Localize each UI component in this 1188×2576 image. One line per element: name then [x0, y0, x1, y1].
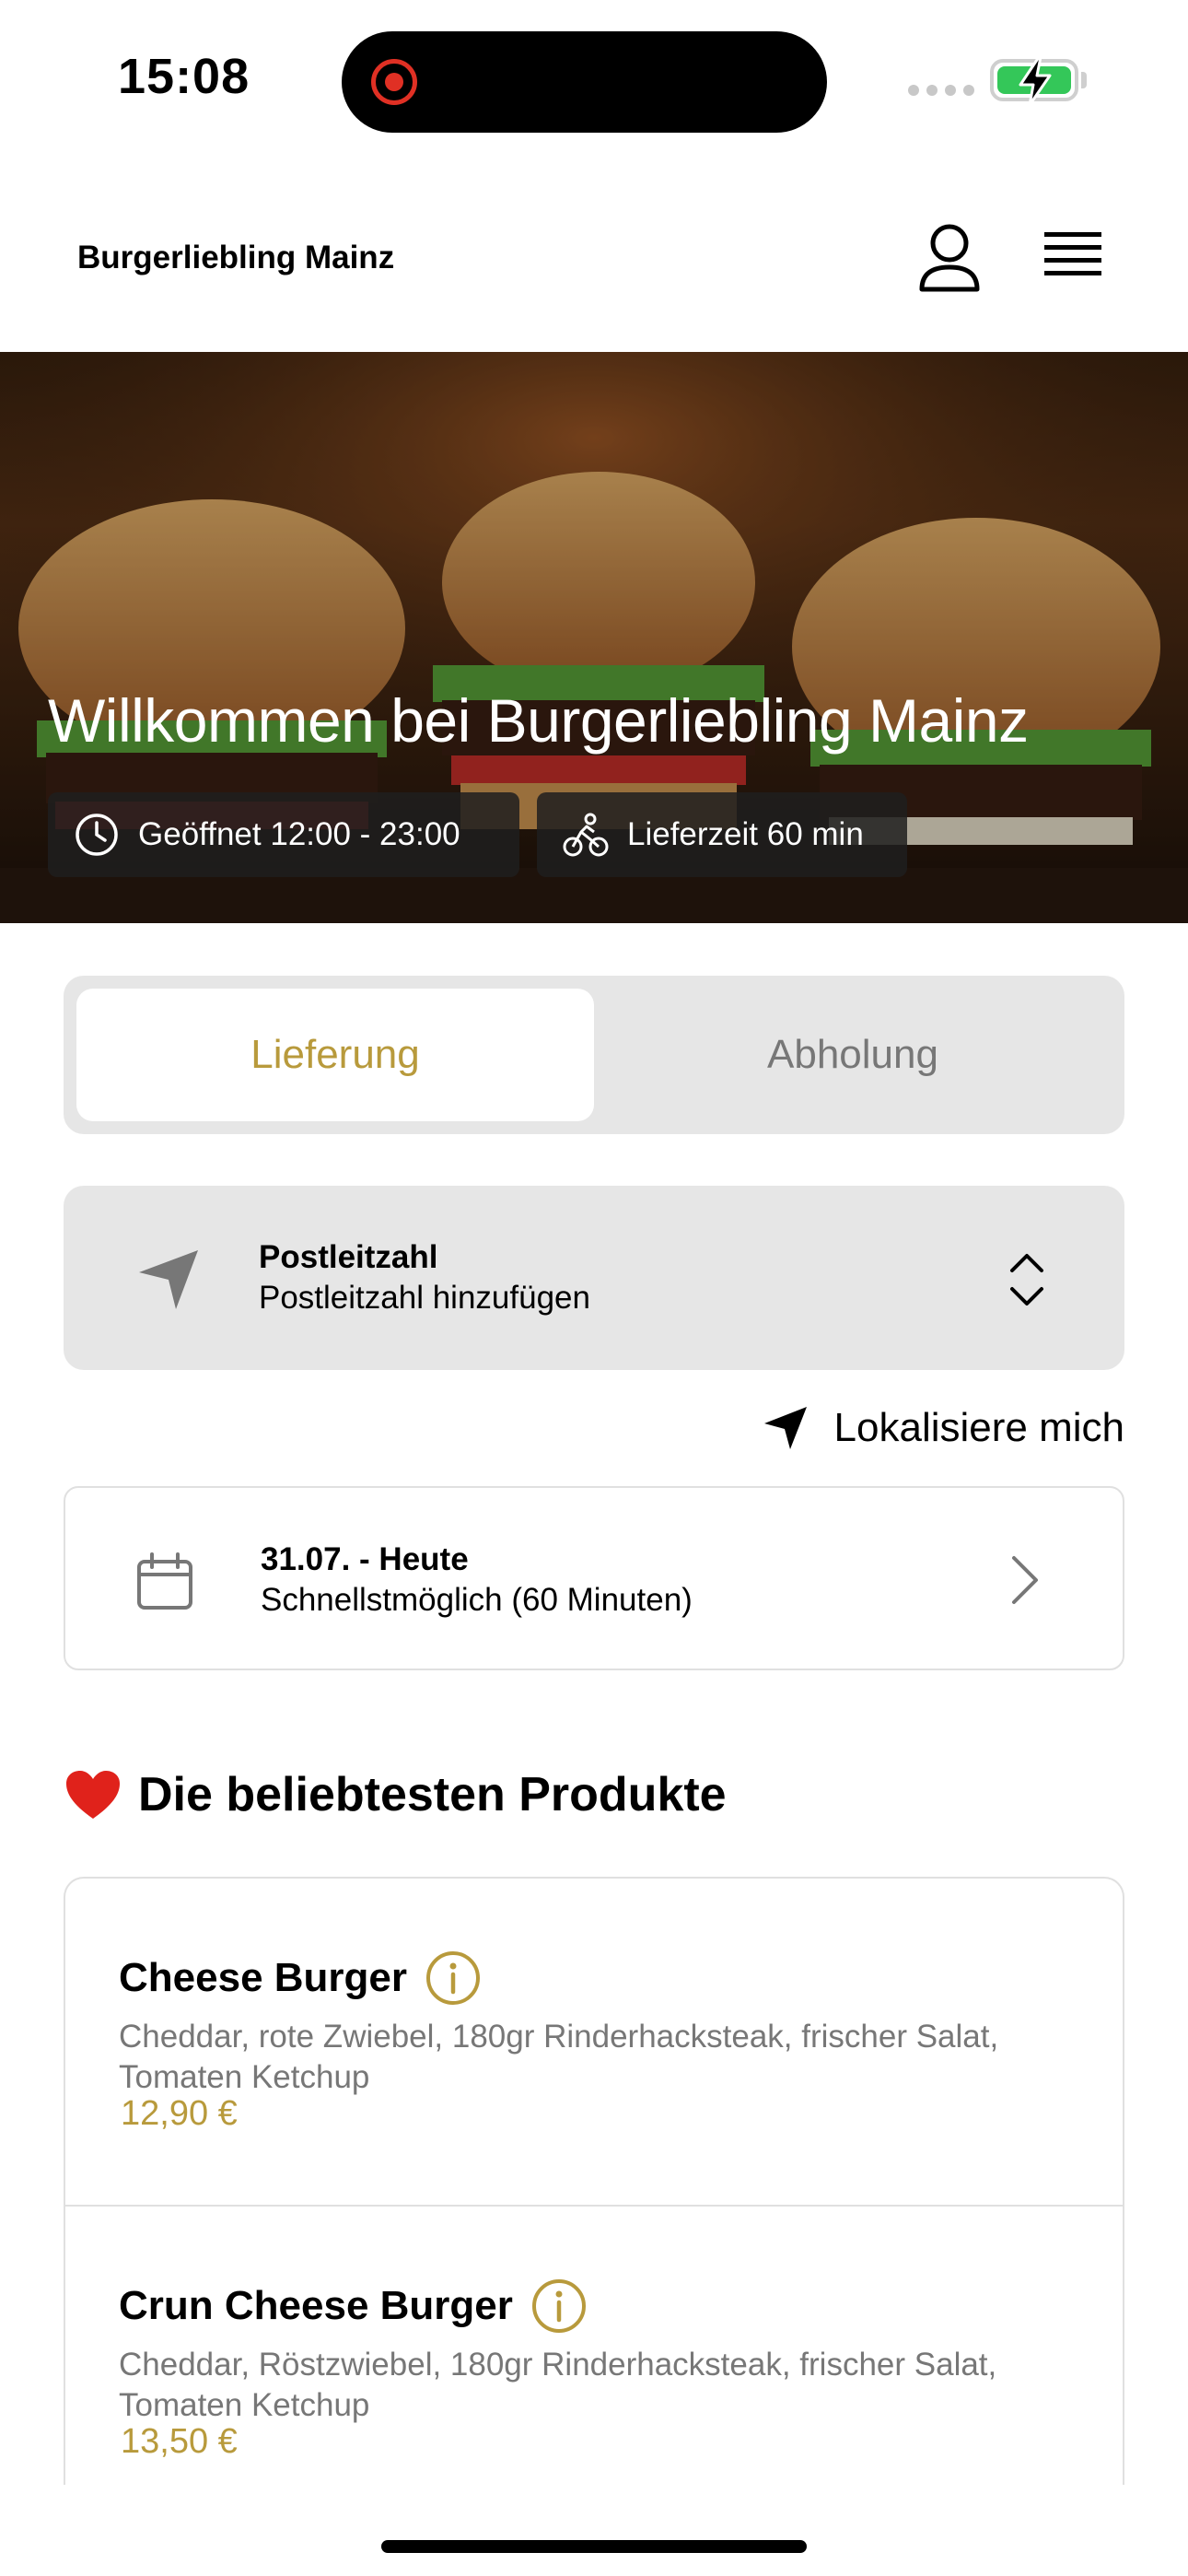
hero-title: Willkommen bei Burgerliebling Mainz [48, 686, 1029, 755]
product-name: Cheese Burger [119, 1955, 408, 2000]
heart-icon [66, 1771, 120, 1819]
location-arrow-icon [763, 1407, 807, 1449]
signal-icon [908, 85, 974, 96]
home-indicator[interactable] [381, 2540, 807, 2553]
bike-icon [563, 813, 609, 857]
navigation-arrow-icon [139, 1250, 198, 1309]
product-name: Crun Cheese Burger [119, 2283, 513, 2328]
popular-products-title: Die beliebtesten Produkte [138, 1768, 727, 1821]
info-icon[interactable] [531, 2278, 587, 2334]
postcode-placeholder: Postleitzahl hinzufügen [259, 1280, 590, 1316]
product-list: Cheese Burger Cheddar, rote Zwiebel, 180… [64, 1877, 1124, 2485]
chevron-right-icon [1012, 1556, 1038, 1604]
delivery-time-badge: Lieferzeit 60 min [537, 792, 907, 877]
profile-icon[interactable] [917, 221, 982, 295]
product-price: 13,50 € [121, 2422, 238, 2461]
opening-hours-badge: Geöffnet 12:00 - 23:00 [48, 792, 519, 877]
status-bar: 15:08 [0, 0, 1188, 166]
record-icon [371, 59, 417, 105]
popular-products-heading: Die beliebtesten Produkte [64, 1767, 727, 1822]
product-price: 12,90 € [121, 2094, 238, 2133]
product-card[interactable]: Cheese Burger Cheddar, rote Zwiebel, 180… [65, 1879, 1123, 2207]
hero-banner: Willkommen bei Burgerliebling Mainz Geöf… [0, 352, 1188, 923]
delivery-date-selector[interactable]: 31.07. - Heute Schnellstmöglich (60 Minu… [64, 1486, 1124, 1670]
date-label: 31.07. - Heute [261, 1541, 469, 1577]
product-description: Cheddar, Röstzwiebel, 180gr Rinderhackst… [119, 2347, 997, 2423]
chevron-updown-icon [1010, 1254, 1043, 1306]
locate-me-button[interactable]: Lokalisiere mich [746, 1400, 1124, 1456]
product-description: Cheddar, rote Zwiebel, 180gr Rinderhacks… [119, 2019, 999, 2095]
date-value: Schnellstmöglich (60 Minuten) [261, 1582, 693, 1618]
app-title: Burgerliebling Mainz [77, 240, 395, 275]
delivery-time-text: Lieferzeit 60 min [627, 816, 864, 852]
product-card[interactable]: Crun Cheese Burger Cheddar, Röstzwiebel,… [65, 2207, 1123, 2485]
postcode-selector[interactable]: Postleitzahl Postleitzahl hinzufügen [64, 1186, 1124, 1370]
app-header: Burgerliebling Mainz [0, 166, 1188, 352]
dynamic-island [342, 31, 827, 133]
info-icon[interactable] [425, 1950, 481, 2006]
tab-delivery[interactable]: Lieferung [76, 989, 594, 1121]
charging-bolt-icon [1019, 55, 1052, 107]
postcode-label: Postleitzahl [259, 1239, 438, 1275]
tab-pickup[interactable]: Abholung [594, 989, 1112, 1121]
delivery-mode-toggle: Lieferung Abholung [64, 976, 1124, 1134]
locate-me-label: Lokalisiere mich [833, 1405, 1124, 1450]
menu-icon[interactable] [1041, 227, 1105, 286]
status-time: 15:08 [118, 49, 250, 104]
clock-icon [76, 814, 118, 856]
calendar-icon [137, 1552, 192, 1610]
opening-hours-text: Geöffnet 12:00 - 23:00 [138, 816, 460, 852]
